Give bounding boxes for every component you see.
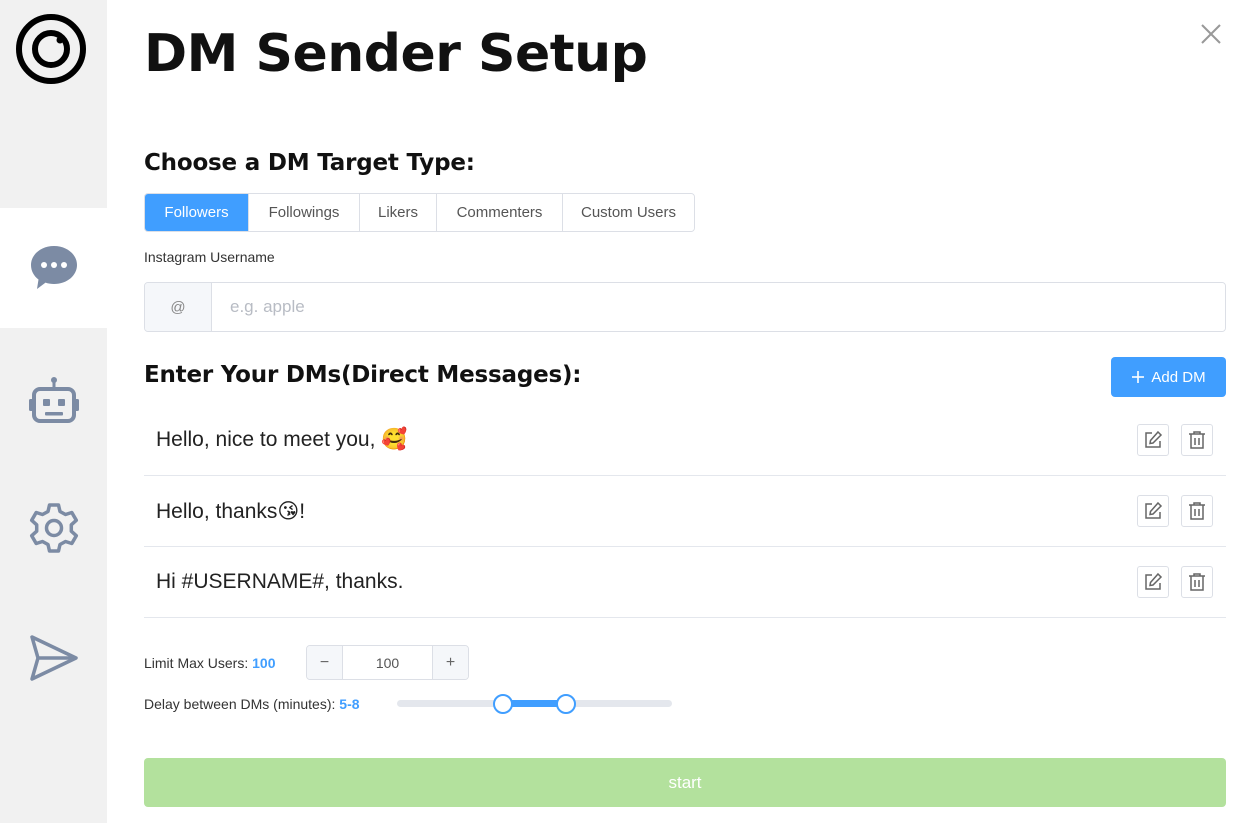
sidebar-item-settings[interactable] — [0, 468, 107, 588]
edit-icon — [1145, 572, 1163, 590]
delay-label: Delay between DMs (minutes): 5-8 — [144, 696, 360, 712]
tab-followings[interactable]: Followings — [249, 194, 360, 231]
sidebar — [0, 0, 107, 823]
max-users-stepper: − + — [306, 645, 469, 680]
target-type-tabs: Followers Followings Likers Commenters C… — [144, 193, 695, 232]
tab-custom-users[interactable]: Custom Users — [563, 194, 694, 231]
delete-dm-button[interactable] — [1181, 495, 1213, 527]
delete-dm-button[interactable] — [1181, 566, 1213, 598]
plus-icon — [1132, 371, 1145, 383]
edit-icon — [1145, 430, 1163, 448]
dm-text: Hello, nice to meet you, 🥰 — [156, 428, 408, 451]
start-button[interactable]: start — [144, 758, 1226, 807]
max-users-label-text: Limit Max Users: — [144, 655, 249, 671]
max-users-value: 100 — [252, 655, 276, 671]
target-type-heading: Choose a DM Target Type: — [144, 150, 475, 176]
add-dm-button[interactable]: Add DM — [1111, 357, 1226, 397]
username-label: Instagram Username — [144, 249, 275, 265]
slider-handle-max[interactable] — [556, 694, 577, 714]
max-users-input[interactable] — [343, 646, 432, 679]
sidebar-item-messages[interactable] — [0, 208, 107, 328]
sidebar-item-bot[interactable] — [0, 340, 107, 460]
tab-followers[interactable]: Followers — [145, 194, 249, 231]
circle-logo-icon — [16, 14, 86, 84]
dm-item: Hello, nice to meet you, 🥰 — [144, 405, 1226, 476]
dm-item: Hello, thanks😘! — [144, 476, 1226, 547]
edit-dm-button[interactable] — [1137, 424, 1169, 456]
send-icon — [29, 635, 78, 681]
trash-icon — [1189, 502, 1205, 520]
delay-label-text: Delay between DMs (minutes): — [144, 696, 336, 712]
add-dm-label: Add DM — [1151, 368, 1206, 386]
trash-icon — [1189, 573, 1205, 591]
robot-icon — [28, 377, 79, 423]
edit-dm-button[interactable] — [1137, 495, 1169, 527]
sidebar-item-send[interactable] — [0, 598, 107, 718]
username-input-group: @ — [144, 282, 1226, 332]
chat-bubble-icon — [30, 246, 77, 289]
gear-icon — [29, 503, 78, 553]
dms-heading: Enter Your DMs(Direct Messages): — [144, 362, 582, 388]
increment-button[interactable]: + — [432, 646, 468, 679]
delay-value: 5-8 — [339, 696, 360, 712]
dm-item: Hi #USERNAME#, thanks. — [144, 547, 1226, 618]
max-users-label: Limit Max Users: 100 — [144, 655, 275, 671]
tab-commenters[interactable]: Commenters — [437, 194, 563, 231]
edit-icon — [1145, 501, 1163, 519]
at-prefix: @ — [145, 283, 212, 331]
dm-text: Hi #USERNAME#, thanks. — [156, 570, 404, 593]
decrement-button[interactable]: − — [307, 646, 343, 679]
page-title: DM Sender Setup — [144, 24, 648, 84]
delay-range-slider[interactable] — [397, 694, 672, 714]
trash-icon — [1189, 431, 1205, 449]
close-icon[interactable] — [1199, 22, 1223, 46]
tab-likers[interactable]: Likers — [360, 194, 437, 231]
dm-text: Hello, thanks😘! — [156, 499, 306, 523]
dm-list: Hello, nice to meet you, 🥰 Hello, thanks… — [144, 405, 1226, 618]
edit-dm-button[interactable] — [1137, 566, 1169, 598]
delete-dm-button[interactable] — [1181, 424, 1213, 456]
username-input[interactable] — [212, 283, 1225, 331]
slider-handle-min[interactable] — [492, 694, 513, 714]
